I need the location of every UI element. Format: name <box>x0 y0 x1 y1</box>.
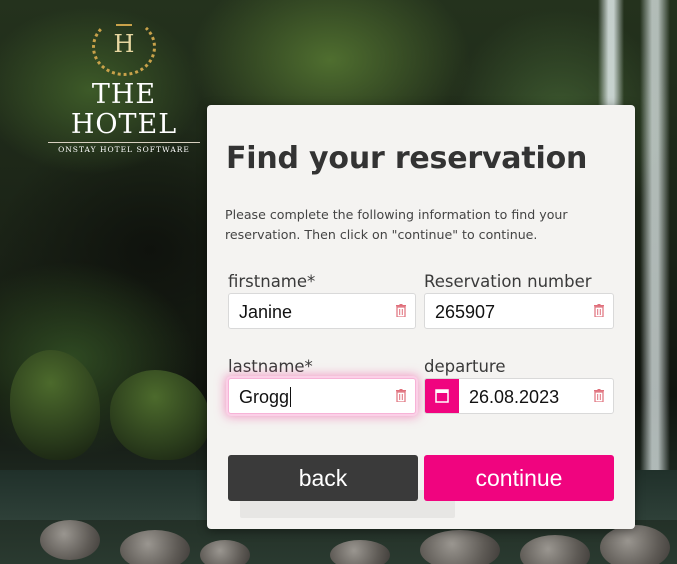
rock <box>330 540 390 564</box>
rock <box>120 530 190 564</box>
text-caret <box>290 387 292 407</box>
trash-icon[interactable] <box>594 304 604 317</box>
continue-button[interactable]: continue <box>424 455 614 501</box>
rock <box>600 525 670 564</box>
lastname-value: Grogg <box>239 387 290 407</box>
reservation-number-label: Reservation number <box>424 272 592 291</box>
lastname-label: lastname* <box>228 357 313 376</box>
reservation-card: Find your reservation Please complete th… <box>207 105 635 529</box>
lastname-field[interactable]: Grogg <box>228 378 416 414</box>
crest-letter: H <box>113 30 135 58</box>
departure-field[interactable]: 26.08.2023 <box>424 378 614 414</box>
calendar-button[interactable] <box>425 379 459 413</box>
back-button[interactable]: back <box>228 455 418 501</box>
reservation-number-field[interactable]: 265907 <box>424 293 614 329</box>
trash-icon[interactable] <box>594 389 604 402</box>
trash-icon[interactable] <box>396 389 406 402</box>
brand-name: THE HOTEL <box>70 79 178 140</box>
divider <box>48 142 200 143</box>
departure-value: 26.08.2023 <box>469 387 560 407</box>
calendar-icon <box>435 389 449 403</box>
departure-label: departure <box>424 357 506 376</box>
waterfall <box>640 0 670 480</box>
trash-icon[interactable] <box>396 304 406 317</box>
rock <box>420 530 500 564</box>
intro-text: Please complete the following informatio… <box>225 207 568 242</box>
firstname-label: firstname* <box>228 272 316 291</box>
hotel-logo: H THE HOTEL ONSTAY HOTEL SOFTWARE <box>36 18 212 154</box>
rock <box>40 520 100 560</box>
firstname-field[interactable]: Janine <box>228 293 416 329</box>
reservation-number-value: 265907 <box>435 302 496 322</box>
brand-tagline: ONSTAY HOTEL SOFTWARE <box>58 145 190 154</box>
firstname-value: Janine <box>239 302 293 322</box>
rock <box>200 540 250 564</box>
crest-icon: H <box>92 18 156 76</box>
page-title: Find your reservation <box>226 141 588 176</box>
